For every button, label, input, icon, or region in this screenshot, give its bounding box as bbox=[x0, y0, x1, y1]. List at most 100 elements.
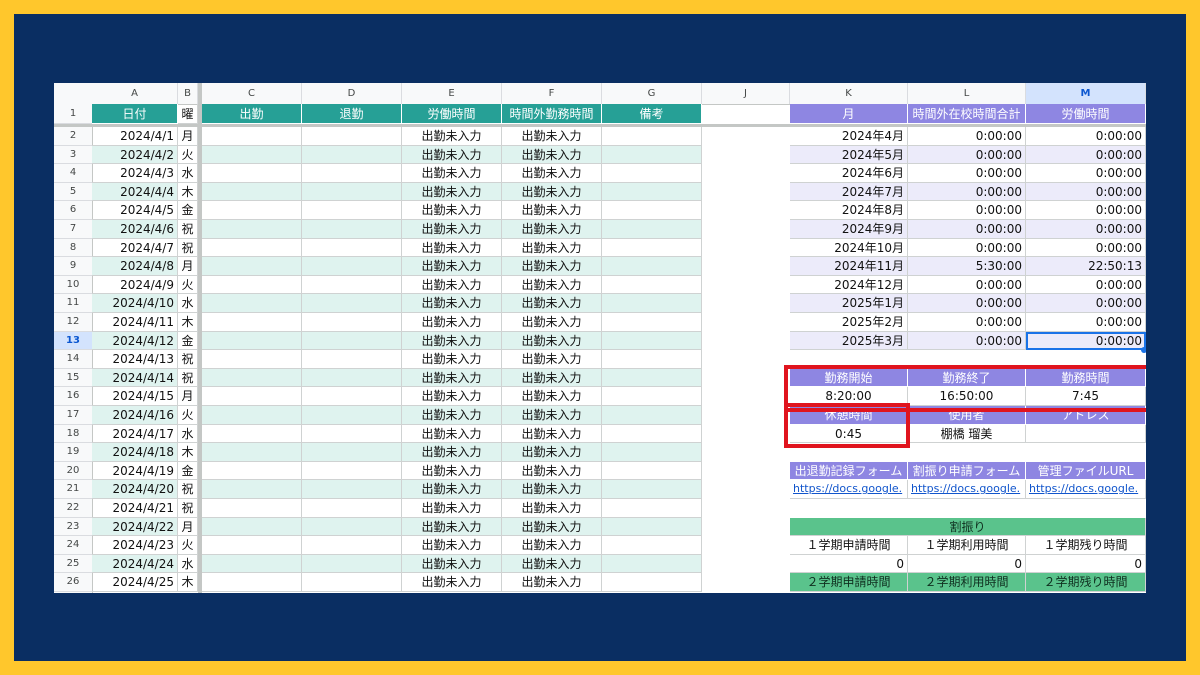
monthly-overtime-cell[interactable]: 0:00:00 bbox=[908, 164, 1026, 183]
weekday-cell[interactable]: 水 bbox=[178, 554, 198, 574]
weekday-cell[interactable]: 月 bbox=[178, 257, 198, 276]
overtime-cell[interactable]: 出勤未入力 bbox=[502, 573, 602, 592]
clock-out-cell[interactable] bbox=[302, 573, 402, 592]
clock-in-cell[interactable] bbox=[202, 182, 302, 202]
date-cell[interactable]: 2024/4/4 bbox=[92, 182, 178, 202]
spreadsheet-grid[interactable]: ABCDEFGJKLM 1 2 3 4 5 6 7 8 9 10 11 12 13 14 15 16 17 18 1… bbox=[54, 83, 1146, 593]
label-t2-left[interactable]: ２学期残り時間 bbox=[1026, 573, 1146, 592]
notes-cell[interactable] bbox=[602, 145, 702, 165]
clock-out-cell[interactable] bbox=[302, 350, 402, 369]
monthly-overtime-cell[interactable]: 5:30:00 bbox=[908, 257, 1026, 276]
work-hours-cell[interactable]: 出勤未入力 bbox=[402, 182, 502, 202]
label-admin-url[interactable]: 管理ファイルURL bbox=[1026, 461, 1146, 481]
date-cell[interactable]: 2024/4/8 bbox=[92, 257, 178, 276]
date-cell[interactable]: 2024/4/5 bbox=[92, 201, 178, 220]
clock-in-cell[interactable] bbox=[202, 406, 302, 425]
clock-in-cell[interactable] bbox=[202, 275, 302, 295]
header-clock-out[interactable]: 退勤 bbox=[302, 104, 402, 124]
notes-cell[interactable] bbox=[602, 368, 702, 388]
link-transfer-form[interactable]: https://docs.google. bbox=[908, 480, 1026, 499]
overtime-cell[interactable]: 出勤未入力 bbox=[502, 257, 602, 276]
clock-in-cell[interactable] bbox=[202, 313, 302, 332]
weekday-cell[interactable]: 金 bbox=[178, 331, 198, 351]
weekday-cell[interactable]: 木 bbox=[178, 182, 198, 202]
work-hours-cell[interactable]: 出勤未入力 bbox=[402, 499, 502, 518]
clock-out-cell[interactable] bbox=[302, 238, 402, 258]
notes-cell[interactable] bbox=[602, 554, 702, 574]
monthly-overtime-cell[interactable]: 0:00:00 bbox=[908, 201, 1026, 220]
clock-in-cell[interactable] bbox=[202, 368, 302, 388]
work-hours-cell[interactable]: 出勤未入力 bbox=[402, 350, 502, 369]
monthly-overtime-cell[interactable]: 0:00:00 bbox=[908, 220, 1026, 239]
weekday-cell[interactable]: 祝 bbox=[178, 368, 198, 388]
monthly-work-cell[interactable]: 0:00:00 bbox=[1026, 145, 1146, 165]
date-cell[interactable]: 2024/4/13 bbox=[92, 350, 178, 369]
row-number[interactable]: 18 bbox=[54, 425, 92, 444]
work-hours-cell[interactable]: 出勤未入力 bbox=[402, 517, 502, 537]
clock-in-cell[interactable] bbox=[202, 517, 302, 537]
weekday-cell[interactable]: 金 bbox=[178, 461, 198, 481]
clock-out-cell[interactable] bbox=[302, 182, 402, 202]
month-cell[interactable]: 2024年10月 bbox=[790, 238, 908, 258]
monthly-overtime-cell[interactable]: 0:00:00 bbox=[908, 275, 1026, 295]
row-number[interactable]: 7 bbox=[54, 220, 92, 239]
row-number[interactable]: 13 bbox=[54, 331, 92, 351]
weekday-cell[interactable]: 祝 bbox=[178, 499, 198, 518]
clock-out-cell[interactable] bbox=[302, 257, 402, 276]
clock-out-cell[interactable] bbox=[302, 201, 402, 220]
notes-cell[interactable] bbox=[602, 406, 702, 425]
monthly-work-cell[interactable]: 0:00:00 bbox=[1026, 182, 1146, 202]
column-header-l[interactable]: L bbox=[908, 83, 1026, 104]
value-t1-left[interactable]: 0 bbox=[1026, 554, 1146, 574]
clock-out-cell[interactable] bbox=[302, 313, 402, 332]
clock-out-cell[interactable] bbox=[302, 554, 402, 574]
date-cell[interactable]: 2024/4/12 bbox=[92, 331, 178, 351]
clock-in-cell[interactable] bbox=[202, 201, 302, 220]
value-user[interactable]: 棚橋 瑠美 bbox=[908, 424, 1026, 444]
clock-in-cell[interactable] bbox=[202, 331, 302, 351]
header-monthly-work[interactable]: 労働時間 bbox=[1026, 104, 1146, 124]
column-header-f[interactable]: F bbox=[502, 83, 602, 104]
clock-in-cell[interactable] bbox=[202, 480, 302, 499]
clock-out-cell[interactable] bbox=[302, 294, 402, 313]
notes-cell[interactable] bbox=[602, 201, 702, 220]
weekday-cell[interactable]: 祝 bbox=[178, 220, 198, 239]
month-cell[interactable]: 2024年6月 bbox=[790, 164, 908, 183]
overtime-cell[interactable]: 出勤未入力 bbox=[502, 536, 602, 555]
clock-out-cell[interactable] bbox=[302, 536, 402, 555]
header-date[interactable]: 日付 bbox=[92, 104, 178, 124]
notes-cell[interactable] bbox=[602, 182, 702, 202]
notes-cell[interactable] bbox=[602, 238, 702, 258]
monthly-work-cell[interactable]: 0:00:00 bbox=[1026, 220, 1146, 239]
row-number[interactable]: 21 bbox=[54, 480, 92, 499]
column-header-j[interactable]: J bbox=[702, 83, 790, 104]
work-hours-cell[interactable]: 出勤未入力 bbox=[402, 238, 502, 258]
allocation-title[interactable]: 割振り bbox=[790, 517, 1146, 537]
row-number[interactable]: 26 bbox=[54, 573, 92, 592]
header-clock-in[interactable]: 出勤 bbox=[202, 104, 302, 124]
month-cell[interactable]: 2025年1月 bbox=[790, 294, 908, 313]
clock-in-cell[interactable] bbox=[202, 461, 302, 481]
date-cell[interactable]: 2024/4/11 bbox=[92, 313, 178, 332]
clock-out-cell[interactable] bbox=[302, 461, 402, 481]
monthly-overtime-cell[interactable]: 0:00:00 bbox=[908, 182, 1026, 202]
date-cell[interactable]: 2024/4/3 bbox=[92, 164, 178, 183]
column-header-a[interactable]: A bbox=[92, 83, 178, 104]
clock-in-cell[interactable] bbox=[202, 554, 302, 574]
date-cell[interactable]: 2024/4/24 bbox=[92, 554, 178, 574]
clock-out-cell[interactable] bbox=[302, 331, 402, 351]
month-cell[interactable]: 2024年12月 bbox=[790, 275, 908, 295]
month-cell[interactable]: 2024年4月 bbox=[790, 127, 908, 146]
overtime-cell[interactable]: 出勤未入力 bbox=[502, 387, 602, 406]
monthly-overtime-cell[interactable]: 0:00:00 bbox=[908, 294, 1026, 313]
monthly-work-cell[interactable]: 22:50:13 bbox=[1026, 257, 1146, 276]
monthly-work-cell[interactable]: 0:00:00 bbox=[1026, 275, 1146, 295]
weekday-cell[interactable]: 水 bbox=[178, 294, 198, 313]
work-hours-cell[interactable]: 出勤未入力 bbox=[402, 480, 502, 499]
overtime-cell[interactable]: 出勤未入力 bbox=[502, 424, 602, 444]
monthly-overtime-cell[interactable]: 0:00:00 bbox=[908, 331, 1026, 351]
row-number[interactable]: 4 bbox=[54, 164, 92, 183]
clock-out-cell[interactable] bbox=[302, 517, 402, 537]
work-hours-cell[interactable]: 出勤未入力 bbox=[402, 331, 502, 351]
row-number[interactable]: 23 bbox=[54, 518, 92, 537]
